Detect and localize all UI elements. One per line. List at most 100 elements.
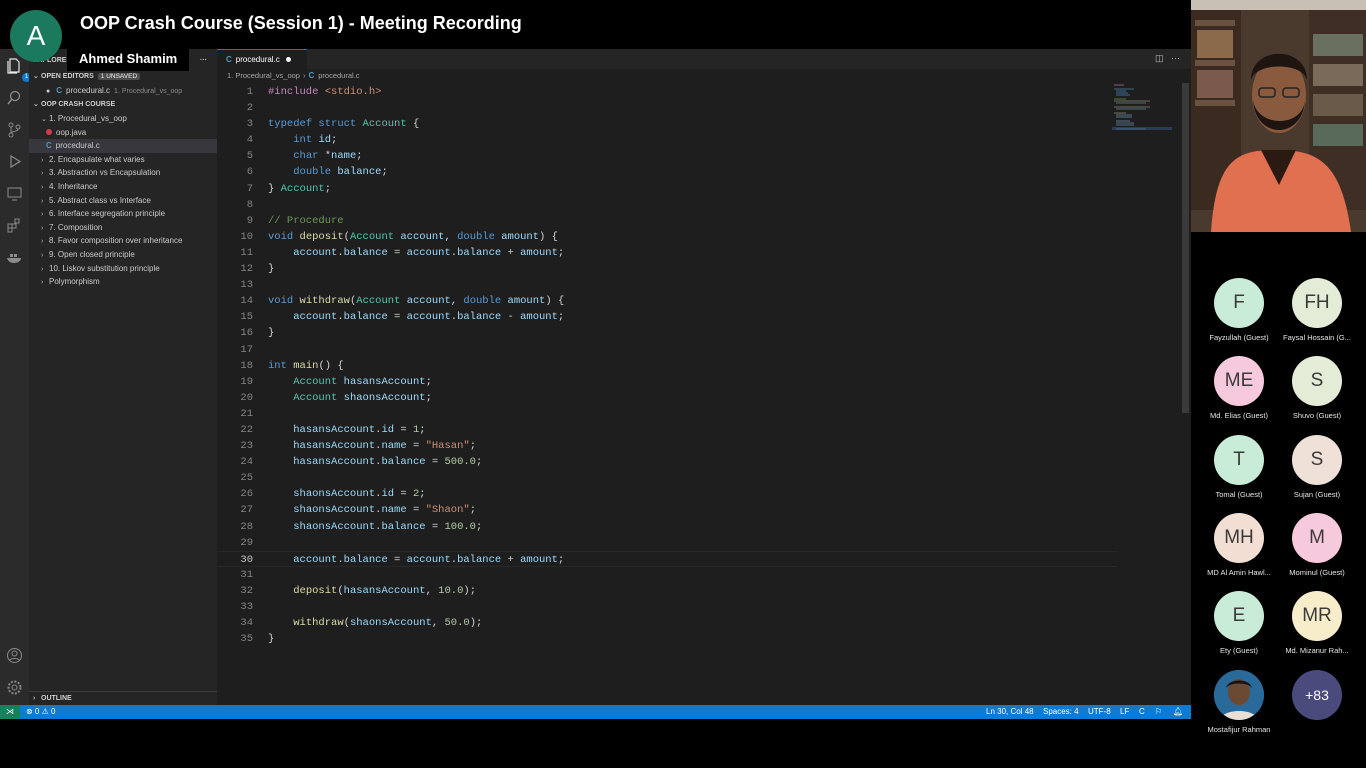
code-line[interactable]: 21 (217, 406, 1117, 422)
code-line[interactable]: 26 shaonsAccount.id = 2; (217, 486, 1117, 502)
tree-item[interactable]: › 10. Liskov substitution principle (29, 262, 217, 276)
code-line[interactable]: 24 hasansAccount.balance = 500.0; (217, 454, 1117, 470)
code-line[interactable]: 15 account.balance = account.balance - a… (217, 309, 1117, 325)
participant-card[interactable]: MH MD Al Amin Hawl... (1199, 512, 1279, 577)
eol-indicator[interactable]: LF (1120, 705, 1129, 719)
code-line[interactable]: 10 void deposit(Account account, double a… (217, 229, 1117, 245)
indentation-indicator[interactable]: Spaces: 4 (1043, 705, 1079, 719)
line-number: 20 (240, 391, 253, 404)
participant-card[interactable]: E Ety (Guest) (1199, 591, 1279, 655)
run-debug-icon[interactable] (6, 153, 23, 170)
source-control-icon[interactable] (6, 121, 23, 138)
settings-gear-icon[interactable] (6, 679, 23, 696)
code-line[interactable]: 9 // Procedure (217, 213, 1117, 229)
code-line[interactable]: 2 (217, 100, 1117, 116)
participant-avatar: T (1214, 434, 1264, 485)
code-line[interactable]: 20 Account shaonsAccount; (217, 390, 1117, 406)
breadcrumb-folder[interactable]: 1. Procedural_vs_oop (227, 71, 300, 80)
tab-procedural-c[interactable]: Cprocedural.c (217, 49, 307, 69)
code-area[interactable]: 1 #include <stdio.h> 2 3 typedef struct Acco… (217, 84, 1117, 647)
tree-item[interactable]: › 4. Inheritance (29, 180, 217, 194)
code-line[interactable]: 19 Account hasansAccount; (217, 374, 1117, 390)
extensions-icon[interactable] (6, 217, 23, 234)
tree-item[interactable]: oop.java (29, 126, 217, 140)
tree-item[interactable]: › 8. Favor composition over inheritance (29, 234, 217, 248)
code-line[interactable]: 32 deposit(hasansAccount, 10.0); (217, 583, 1117, 599)
code-line[interactable]: 14 void withdraw(Account account, double … (217, 293, 1117, 309)
problems-indicator[interactable]: ⊗ 0 ⚠ 0 (26, 705, 55, 719)
code-line[interactable]: 30 account.balance = account.balance + a… (217, 550, 1117, 567)
code-line[interactable]: 3 typedef struct Account { (217, 116, 1117, 132)
remote-explorer-icon[interactable] (6, 185, 23, 202)
code-line[interactable]: 31 (217, 567, 1117, 583)
code-line[interactable]: 16} (217, 325, 1117, 341)
participant-card[interactable]: M Mominul (Guest) (1277, 512, 1357, 577)
code-line[interactable]: 34 withdraw(shaonsAccount, 50.0); (217, 615, 1117, 631)
code-line[interactable]: 22 hasansAccount.id = 1; (217, 422, 1117, 438)
presenter-video-tile[interactable] (1191, 0, 1366, 232)
more-actions-icon[interactable]: ··· (200, 54, 207, 68)
split-editor-icon[interactable]: ◫ (1155, 53, 1164, 64)
code-line[interactable]: 33 (217, 599, 1117, 615)
search-icon[interactable] (6, 89, 23, 106)
account-icon[interactable] (6, 647, 23, 664)
participant-card[interactable]: T Tomal (Guest) (1199, 434, 1279, 499)
cursor-position[interactable]: Ln 30, Col 48 (986, 705, 1034, 719)
participant-card[interactable]: F Fayzullah (Guest) (1199, 278, 1279, 342)
host-avatar[interactable]: A (10, 10, 62, 62)
open-editors-section[interactable]: ⌄ OPEN EDITORS 1 UNSAVED (29, 70, 217, 84)
tree-item[interactable]: › 2. Encapsulate what varies (29, 153, 217, 167)
minimap[interactable] (1112, 83, 1172, 133)
code-line[interactable]: 4 int id; (217, 132, 1117, 148)
code-line[interactable]: 28 shaonsAccount.balance = 100.0; (217, 519, 1117, 535)
code-line[interactable]: 17 (217, 342, 1117, 358)
tree-item[interactable]: › 6. Interface segregation principle (29, 207, 217, 221)
code-line[interactable]: 12} (217, 261, 1117, 277)
participant-card[interactable]: S Shuvo (Guest) (1277, 356, 1357, 420)
code-line[interactable]: 29 (217, 535, 1117, 551)
code-line[interactable]: 5 char *name; (217, 148, 1117, 164)
tree-item[interactable]: › 9. Open closed principle (29, 248, 217, 262)
docker-icon[interactable] (6, 249, 23, 266)
editor-scrollbar[interactable] (1182, 83, 1189, 413)
code-line[interactable]: 1 #include <stdio.h> (217, 84, 1117, 100)
tree-item[interactable]: › 3. Abstraction vs Encapsulation (29, 166, 217, 180)
code-line[interactable]: 18 int main() { (217, 358, 1117, 374)
outline-section[interactable]: › OUTLINE (29, 691, 217, 705)
more-participants-button[interactable]: +83 (1277, 669, 1357, 720)
code-line[interactable]: 11 account.balance = account.balance + a… (217, 245, 1117, 261)
explorer-icon[interactable]: 1 (6, 57, 31, 82)
more-participants-count[interactable]: +83 (1292, 669, 1342, 720)
participant-card[interactable]: S Sujan (Guest) (1277, 434, 1357, 499)
chevron-right-icon: › (41, 265, 44, 273)
feedback-icon[interactable]: ⚐ (1155, 705, 1162, 719)
code-line[interactable]: 7} Account; (217, 181, 1117, 197)
tree-item[interactable]: Cprocedural.c (29, 139, 217, 153)
participant-card[interactable]: MR Md. Mizanur Rah... (1277, 591, 1357, 655)
participant-card[interactable]: ME Md. Elias (Guest) (1199, 356, 1279, 420)
more-actions-icon[interactable]: ··· (1171, 53, 1180, 63)
code-line[interactable]: 35} (217, 631, 1117, 647)
tree-item[interactable]: ⌄ 1. Procedural_vs_oop (29, 112, 217, 126)
code-line[interactable]: 27 shaonsAccount.name = "Shaon"; (217, 502, 1117, 518)
code-line[interactable]: 23 hasansAccount.name = "Hasan"; (217, 438, 1117, 454)
language-indicator[interactable]: C (1139, 705, 1145, 719)
tree-item[interactable]: › 5. Abstract class vs Interface (29, 194, 217, 208)
code-line[interactable]: 6 double balance; (217, 164, 1117, 180)
encoding-indicator[interactable]: UTF-8 (1088, 705, 1111, 719)
participant-card[interactable]: FH Faysal Hossain (G... (1277, 278, 1357, 342)
chevron-down-icon: ⌄ (33, 73, 39, 80)
tree-item[interactable]: › 7. Composition (29, 221, 217, 235)
breadcrumb-file[interactable]: procedural.c (318, 71, 359, 80)
code-line[interactable]: 8 (217, 197, 1117, 213)
open-editor-item[interactable]: ● Cprocedural.c 1. Procedural_vs_oop (29, 84, 217, 98)
project-section[interactable]: ⌄ OOP CRASH COURSE (29, 98, 217, 112)
participant-card[interactable]: Mostafijur Rahman (1199, 669, 1279, 734)
unsaved-dot-icon[interactable] (285, 57, 291, 63)
code-line[interactable]: 25 (217, 470, 1117, 486)
notifications-bell-icon[interactable]: 🔔︎ (1173, 705, 1183, 719)
code-editor[interactable]: Cprocedural.c ◫ ··· 1. Procedural_vs_oop… (217, 49, 1191, 705)
tree-item[interactable]: › Polymorphism (29, 275, 217, 289)
remote-indicator-icon[interactable]: ⋊ (0, 705, 20, 719)
code-line[interactable]: 13 (217, 277, 1117, 293)
